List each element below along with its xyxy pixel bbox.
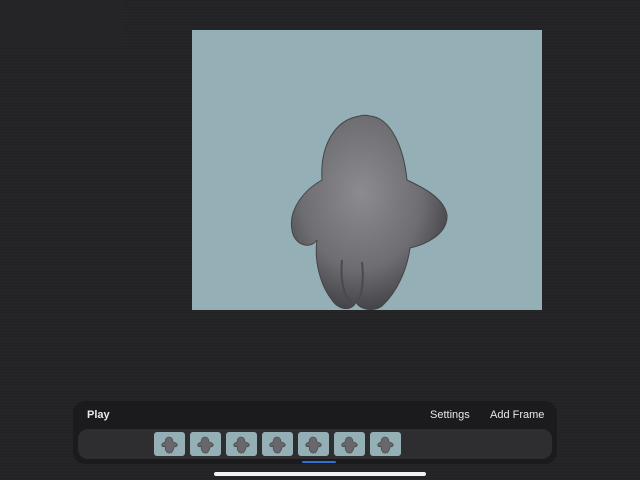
frame-thumbnail[interactable] bbox=[190, 432, 221, 456]
frame-thumbnail[interactable] bbox=[154, 432, 185, 456]
figure-thumbnail-icon bbox=[197, 436, 214, 454]
figure-thumbnail-icon bbox=[377, 436, 394, 454]
figure-thumbnail-icon bbox=[269, 436, 286, 454]
add-frame-button[interactable]: Add Frame bbox=[490, 409, 544, 421]
clay-figure-drawing bbox=[290, 114, 448, 310]
settings-button[interactable]: Settings bbox=[430, 409, 470, 421]
play-button[interactable]: Play bbox=[87, 409, 110, 421]
animation-toolbar: Play Settings Add Frame bbox=[73, 401, 557, 464]
corner-panel bbox=[0, 0, 124, 48]
home-indicator[interactable] bbox=[214, 472, 426, 476]
frame-thumbnail[interactable] bbox=[370, 432, 401, 456]
selected-frame-indicator bbox=[302, 461, 336, 463]
frame-timeline[interactable] bbox=[78, 429, 552, 463]
animation-canvas[interactable] bbox=[192, 30, 542, 310]
frame-thumbnail[interactable] bbox=[226, 432, 257, 456]
frame-thumbnail[interactable] bbox=[262, 432, 293, 456]
figure-thumbnail-icon bbox=[233, 436, 250, 454]
clay-figure bbox=[290, 114, 448, 310]
frame-thumbnail[interactable] bbox=[334, 432, 365, 456]
figure-thumbnail-icon bbox=[305, 436, 322, 454]
figure-thumbnail-icon bbox=[341, 436, 358, 454]
figure-thumbnail-icon bbox=[161, 436, 178, 454]
frame-thumbnail[interactable] bbox=[298, 432, 329, 456]
